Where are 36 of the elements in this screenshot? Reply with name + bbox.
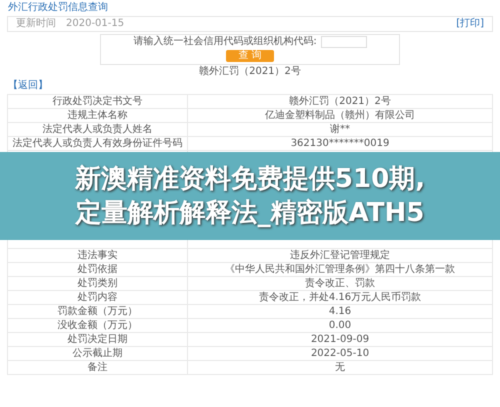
update-date: 2020-01-15 [66,18,124,30]
table-cell: 处罚类别 [8,276,188,290]
table-cell: 《中华人民共和国外汇管理条例》第四十八条第一款 [188,262,492,276]
document-title: 赣外汇罚（2021）2号 [198,66,302,78]
table-cell: 处罚依据 [8,262,188,276]
table-cell: 法定代表人或负责人姓名 [8,122,188,136]
table-cell: 行政处罚决定书文号 [8,94,188,108]
table-cell: 法定代表人或负责人有效身份证件号码 [8,136,188,150]
table-cell: 责令改正、罚款 [188,276,492,290]
table-cell: 谢** [188,122,492,136]
table-cell: 赣外汇罚（2021）2号 [188,94,492,108]
table-cell: 亿迪金塑料制品（赣州）有限公司 [188,108,492,122]
table-cell: 公示截止期 [8,346,188,360]
search-label: 请输入统一社会信用代码或组织机构代码: [133,36,317,48]
back-link[interactable]: 【返回】 [8,80,48,92]
table-cell: 2022-05-10 [188,346,492,360]
table-cell: 没收金额（万元） [8,318,188,332]
table-cell: 违法事实 [8,248,188,262]
table-cell: 处罚内容 [8,290,188,304]
banner-text: 新澳精准资料免费提供510期, [74,163,426,196]
table-cell: 0.00 [188,318,492,332]
table-cell: 备注 [8,360,188,374]
update-label: 更新时间 [16,18,56,30]
table-cell: 责令改正，并处4.16万元人民币罚款 [188,290,492,304]
table-cell: 处罚决定日期 [8,332,188,346]
table-cell: 无 [188,360,492,374]
banner-text: 定量解析解释法_精密版ATH5 [76,197,424,230]
table-cell: 2021-09-09 [188,332,492,346]
input-field[interactable] [320,36,367,48]
table-cell: 362130*******0019 [188,136,492,150]
table-cell: 违反外汇登记管理规定 [188,248,492,262]
breadcrumb-link[interactable]: 外汇行政处罚信息查询 [0,0,500,14]
table-cell: 罚款金额（万元） [8,304,188,318]
print-link[interactable]: [打印] [456,18,484,30]
table-cell: 违规主体名称 [8,108,188,122]
table-cell: 4.16 [188,304,492,318]
